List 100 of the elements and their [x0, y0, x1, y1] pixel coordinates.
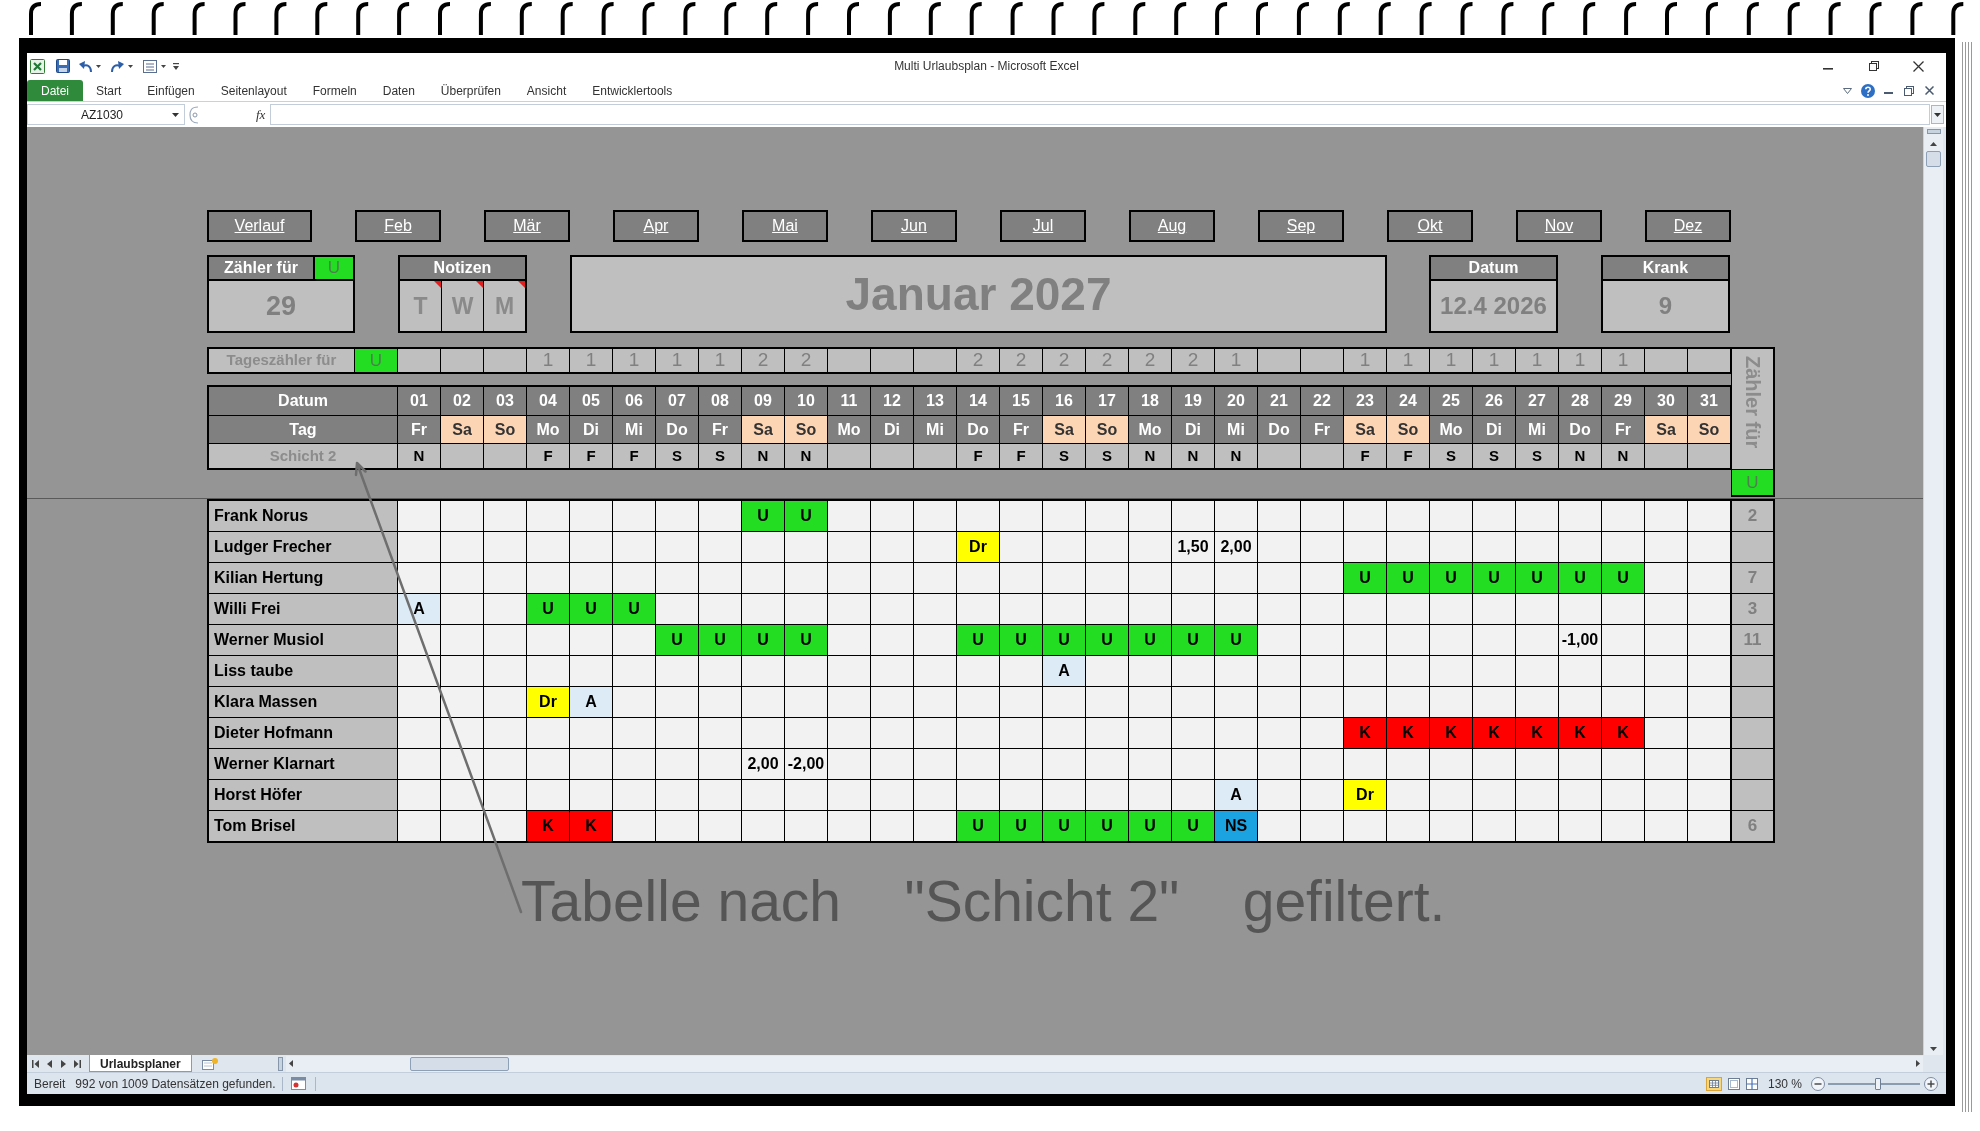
right-arrow-icon[interactable]	[1916, 1060, 1920, 1067]
zoom-out-icon[interactable]	[1811, 1076, 1825, 1091]
month-link[interactable]: Mai	[742, 210, 828, 242]
page-layout-icon[interactable]	[1727, 1077, 1740, 1090]
date-header: 31	[1688, 387, 1731, 416]
first-sheet-icon[interactable]	[32, 1059, 39, 1068]
macro-record-icon[interactable]	[290, 1077, 306, 1090]
formula-input[interactable]	[270, 104, 1930, 125]
date-header: 05	[570, 387, 613, 416]
ribbon-tab[interactable]: Ansicht	[513, 80, 580, 101]
table-cell	[1000, 563, 1043, 594]
table-cell	[1387, 594, 1430, 625]
table-cell: 2	[1172, 349, 1215, 372]
month-link[interactable]: Feb	[355, 210, 441, 242]
redo-icon[interactable]	[111, 60, 124, 72]
table-cell	[1516, 532, 1559, 563]
table-cell	[527, 749, 570, 780]
employee-name: Werner Klarnart	[207, 749, 398, 780]
table-cell	[1344, 749, 1387, 780]
close-icon[interactable]	[1913, 60, 1924, 72]
spreadsheet-logo-icon[interactable]	[30, 58, 45, 74]
month-link[interactable]: Verlauf	[207, 210, 312, 242]
weekday-header: Mo	[1430, 416, 1473, 444]
restore-icon[interactable]	[1904, 85, 1914, 96]
table-cell	[656, 656, 699, 687]
caret-icon[interactable]	[1843, 87, 1852, 94]
ribbon-tab[interactable]: Daten	[369, 80, 428, 101]
up-arrow-icon[interactable]	[1930, 142, 1937, 146]
ribbon-tab[interactable]: Überprüfen	[427, 80, 514, 101]
ribbon-tab[interactable]: Formeln	[299, 80, 370, 101]
zoom-level[interactable]: 130 %	[1767, 1074, 1802, 1093]
month-link[interactable]: Sep	[1258, 210, 1344, 242]
month-link[interactable]: Aug	[1129, 210, 1215, 242]
previous-sheet-icon[interactable]	[47, 1059, 52, 1068]
zoom-in-icon[interactable]	[1924, 1076, 1938, 1091]
minimize-icon[interactable]	[1884, 91, 1893, 94]
date-header: 02	[441, 387, 484, 416]
month-link[interactable]: Okt	[1387, 210, 1473, 242]
next-sheet-icon[interactable]	[61, 1059, 66, 1068]
table-cell	[914, 687, 957, 718]
table-cell: U	[1430, 563, 1473, 594]
scrollbar-thumb[interactable]	[409, 1056, 509, 1071]
ribbon-tab[interactable]: Start	[83, 80, 135, 101]
down-arrow-icon[interactable]	[1930, 1047, 1937, 1051]
expand-icon[interactable]	[1931, 105, 1944, 124]
help-icon[interactable]	[1861, 83, 1875, 98]
month-link[interactable]: Mär	[484, 210, 570, 242]
zoom-slider-thumb[interactable]	[1874, 1077, 1881, 1090]
table-cell	[785, 780, 828, 811]
restore-icon[interactable]	[1869, 61, 1879, 71]
new-sheet-icon[interactable]	[201, 1057, 218, 1070]
minimize-icon[interactable]	[1823, 68, 1833, 70]
month-link[interactable]: Jul	[1000, 210, 1086, 242]
row-counter	[1731, 656, 1775, 687]
date-header: 14	[957, 387, 1000, 416]
insert-function-button[interactable]: fx	[256, 104, 266, 125]
sheet-tab[interactable]: Urlaubsplaner	[89, 1055, 192, 1072]
ribbon-tab[interactable]: Seitenlayout	[207, 80, 300, 101]
table-cell	[957, 656, 1000, 687]
ribbon-tab[interactable]: Einfügen	[134, 80, 208, 101]
table-cell	[613, 718, 656, 749]
page-break-icon[interactable]	[1745, 1077, 1758, 1090]
date-header: 10	[785, 387, 828, 416]
name-box[interactable]: AZ1030	[27, 104, 185, 125]
undo-icon[interactable]	[79, 60, 92, 72]
file-tab[interactable]: Datei	[27, 80, 83, 101]
ribbon-tab[interactable]: Entwicklertools	[579, 80, 686, 101]
table-cell	[957, 780, 1000, 811]
zoom-slider[interactable]	[1828, 1077, 1920, 1090]
weekday-header: Do	[1258, 416, 1301, 444]
month-link[interactable]: Apr	[613, 210, 699, 242]
last-sheet-icon[interactable]	[74, 1059, 81, 1068]
table-cell	[871, 532, 914, 563]
customize-menu-icon[interactable]	[173, 62, 179, 70]
table-cell: 2	[1129, 349, 1172, 372]
table-cell: 2	[1086, 349, 1129, 372]
caret-icon[interactable]	[96, 64, 101, 68]
split-handle-icon[interactable]	[277, 1056, 283, 1071]
save-icon[interactable]	[56, 59, 70, 73]
table-cell: 2	[957, 349, 1000, 372]
caret-icon[interactable]	[128, 64, 133, 68]
caret-icon[interactable]	[161, 64, 166, 68]
table-cell: 1	[1473, 349, 1516, 372]
table-cell	[1473, 780, 1516, 811]
month-link[interactable]: Dez	[1645, 210, 1731, 242]
table-cell	[1344, 687, 1387, 718]
split-handle-icon[interactable]	[1926, 129, 1941, 134]
table-cell	[527, 656, 570, 687]
left-arrow-icon[interactable]	[288, 1060, 293, 1067]
close-icon[interactable]	[1925, 86, 1934, 95]
month-link[interactable]: Nov	[1516, 210, 1602, 242]
form-icon[interactable]	[143, 59, 157, 73]
date-header: 24	[1387, 387, 1430, 416]
resize-handle-icon[interactable]	[189, 105, 199, 124]
caret-icon[interactable]	[172, 112, 179, 117]
vertical-scrollbar[interactable]	[1923, 127, 1943, 1055]
normal-view-icon[interactable]	[1705, 1076, 1722, 1091]
month-link[interactable]: Jun	[871, 210, 957, 242]
table-cell	[1258, 625, 1301, 656]
scrollbar-thumb[interactable]	[1926, 151, 1941, 167]
